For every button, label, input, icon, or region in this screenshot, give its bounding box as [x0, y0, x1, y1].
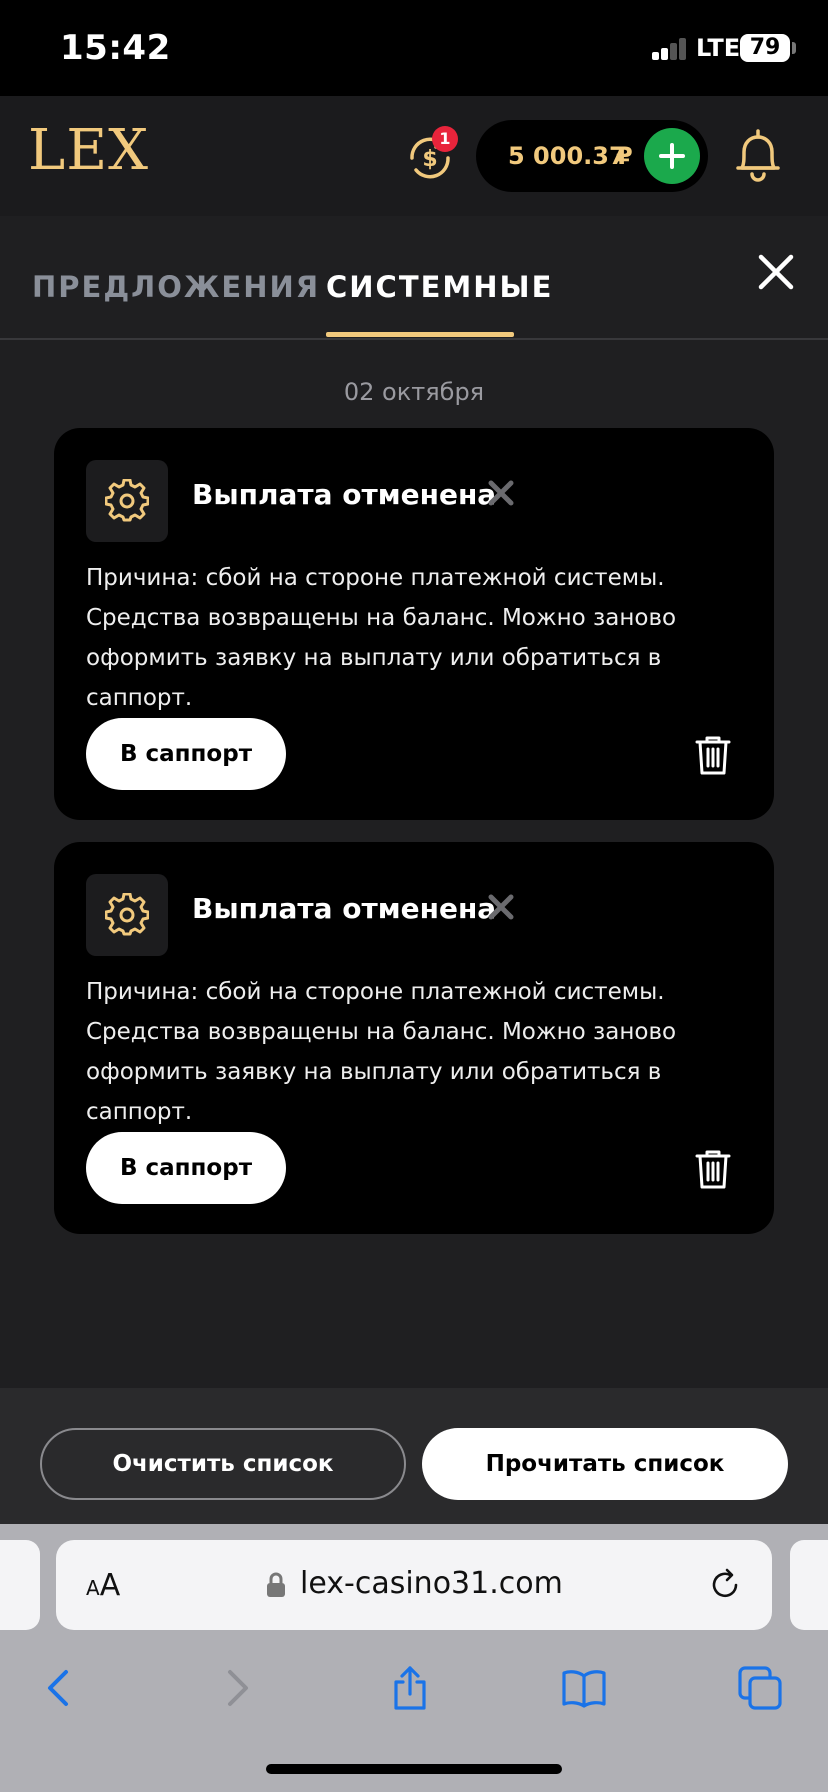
notification-card: Выплата отменена Причина: сбой на сторон…	[54, 842, 774, 1234]
tabs-icon[interactable]	[736, 1664, 784, 1712]
signal-icon	[652, 38, 688, 60]
active-tab-indicator	[326, 332, 514, 337]
trash-icon[interactable]	[694, 1148, 732, 1190]
balance-currency: ₽	[616, 142, 633, 170]
tabs: ПРЕДЛОЖЕНИЯ СИСТЕМНЫЕ	[0, 216, 828, 340]
support-button[interactable]: В саппорт	[86, 1132, 286, 1204]
notifications-panel: ПРЕДЛОЖЕНИЯ СИСТЕМНЫЕ 02 октября Выплата…	[0, 216, 828, 1388]
balance-amount: 5 000.37	[508, 142, 626, 170]
home-indicator	[266, 1764, 562, 1774]
notification-card: Выплата отменена Причина: сбой на сторон…	[54, 428, 774, 820]
logo[interactable]: LEX	[28, 118, 149, 183]
read-list-button[interactable]: Прочитать список	[422, 1428, 788, 1500]
bottom-actions: Очистить список Прочитать список	[0, 1388, 828, 1524]
clear-list-button[interactable]: Очистить список	[40, 1428, 406, 1500]
deposit-button[interactable]	[644, 128, 700, 184]
card-title: Выплата отменена	[192, 892, 497, 925]
previous-tab-preview[interactable]	[0, 1540, 40, 1630]
card-text: Причина: сбой на стороне платежной систе…	[86, 565, 677, 711]
card-icon-box	[86, 874, 168, 956]
lock-icon	[267, 1572, 285, 1597]
app-header: LEX $ 1 5 000.37 ₽	[0, 96, 828, 216]
cancelled-icon	[488, 894, 514, 920]
back-icon[interactable]	[36, 1664, 84, 1712]
tab-offers[interactable]: ПРЕДЛОЖЕНИЯ	[32, 270, 320, 304]
date-label: 02 октября	[343, 378, 485, 406]
bookmarks-icon[interactable]	[560, 1664, 608, 1712]
next-tab-preview[interactable]	[790, 1540, 828, 1630]
balance-pill[interactable]: 5 000.37 ₽	[476, 120, 708, 192]
share-icon[interactable]	[386, 1664, 434, 1712]
gear-icon	[105, 479, 149, 522]
network-type: LTE	[696, 34, 741, 62]
reload-icon[interactable]	[708, 1568, 742, 1602]
svg-text:$: $	[422, 147, 437, 172]
forward-icon[interactable]	[212, 1664, 260, 1712]
battery-icon: 79	[740, 34, 790, 62]
url-text: lex-casino31.com	[300, 1566, 563, 1601]
cashback-badge: 1	[432, 126, 458, 152]
tab-system[interactable]: СИСТЕМНЫЕ	[326, 270, 553, 304]
card-icon-box	[86, 460, 168, 542]
browser-toolbar: AA lex-casino31.com	[0, 1524, 828, 1792]
status-time: 15:42	[60, 28, 171, 68]
browser-nav	[0, 1654, 828, 1724]
card-title: Выплата отменена	[192, 478, 497, 511]
battery-tip	[792, 42, 796, 54]
card-text: Причина: сбой на стороне платежной систе…	[86, 979, 677, 1125]
plus-icon	[659, 143, 685, 169]
bell-icon[interactable]	[730, 126, 786, 186]
cancelled-icon	[488, 480, 514, 506]
support-button[interactable]: В саппорт	[86, 718, 286, 790]
close-icon[interactable]	[756, 252, 796, 292]
page-settings-button[interactable]: AA	[86, 1568, 120, 1603]
address-bar[interactable]: AA lex-casino31.com	[56, 1540, 772, 1630]
trash-icon[interactable]	[694, 734, 732, 776]
gear-icon	[105, 893, 149, 936]
status-bar: 15:42 LTE 79	[0, 0, 828, 96]
